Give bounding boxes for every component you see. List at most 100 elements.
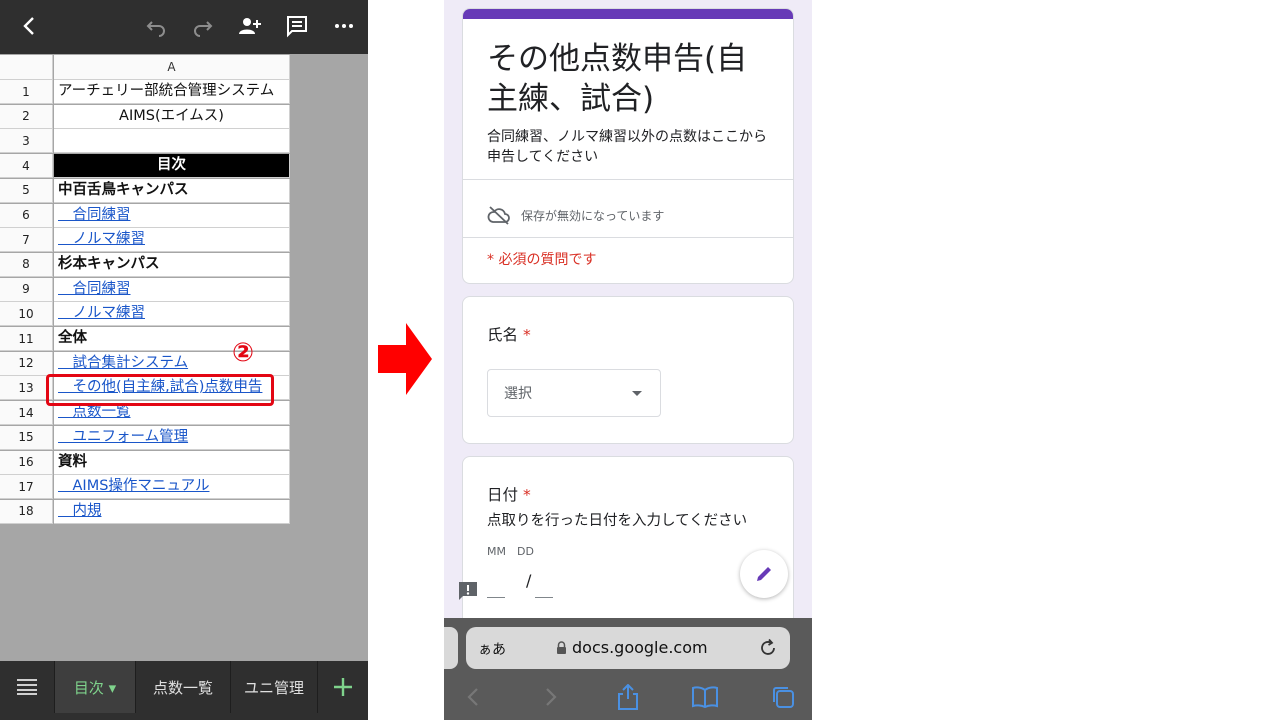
row-number[interactable]: 15 — [0, 425, 53, 450]
month-input[interactable] — [487, 575, 505, 598]
sheet-row: 6 合同練習 — [0, 203, 290, 228]
browser-back-icon[interactable] — [458, 682, 488, 712]
sheet-cell[interactable]: AIMS(エイムス) — [54, 104, 290, 129]
sheet-cell[interactable]: 杉本キャンパス — [54, 252, 290, 277]
highlight-box — [46, 374, 274, 406]
lock-icon — [557, 641, 566, 654]
page-settings-button[interactable]: ぁあ — [478, 639, 506, 659]
date-separator: / — [526, 571, 532, 590]
required-star: * — [522, 486, 531, 504]
sheet-cell[interactable]: 中百舌鳥キャンパス — [54, 178, 290, 203]
grid-corner[interactable] — [0, 55, 53, 80]
sheet-link-cell[interactable]: ノルマ練習 — [54, 228, 290, 253]
row-number[interactable]: 18 — [0, 499, 53, 524]
undo-icon[interactable] — [138, 8, 174, 44]
sheet-row: 18 内規 — [0, 499, 290, 524]
sheet-row: 10 ノルマ練習 — [0, 302, 290, 327]
spreadsheet-screen: A 1 アーチェリー部統合管理システム 2 AIMS(エイムス) 3 4 目次 5 中百舌鳥キャ… — [0, 0, 368, 720]
url-text: docs.google.com — [572, 638, 708, 657]
row-number[interactable]: 8 — [0, 252, 53, 277]
sheet-link-cell[interactable]: 試合集計システム — [54, 351, 290, 376]
sheet-link-cell[interactable]: ノルマ練習 — [54, 302, 290, 327]
more-icon[interactable] — [326, 8, 362, 44]
question-date-text: 日付 — [487, 486, 519, 504]
question-date-description: 点取りを行った日付を入力してください — [487, 513, 748, 529]
previous-tab-edge[interactable] — [444, 627, 458, 669]
sheet-row: 17 AIMS操作マニュアル — [0, 475, 290, 500]
form-title: その他点数申告(自主練、試合) — [487, 41, 748, 117]
sheet-link-cell[interactable]: 合同練習 — [54, 277, 290, 302]
sheet-row: 16 資料 — [0, 450, 290, 475]
edit-pencil-button[interactable] — [740, 550, 788, 598]
question-name-card: 氏名 * 選択 — [462, 296, 794, 444]
name-select[interactable]: 選択 — [487, 369, 661, 417]
sheet-link-cell[interactable]: ユニフォーム管理 — [54, 425, 290, 450]
row-number[interactable]: 10 — [0, 302, 53, 327]
row-number[interactable]: 17 — [0, 475, 53, 500]
question-name-label: 氏名 * — [487, 323, 531, 345]
right-arrow-icon — [378, 323, 432, 395]
add-sheet-icon[interactable] — [318, 661, 368, 713]
sheet-row: 5 中百舌鳥キャンパス — [0, 178, 290, 203]
sheet-link-cell[interactable]: AIMS操作マニュアル — [54, 475, 290, 500]
cloud-off-icon — [487, 206, 510, 225]
required-star: * — [522, 326, 531, 344]
share-icon[interactable] — [613, 682, 643, 712]
dropdown-caret-icon — [632, 391, 642, 396]
row-number[interactable]: 16 — [0, 450, 53, 475]
spreadsheet-toolbar — [0, 0, 368, 54]
sheet-list-icon[interactable] — [0, 661, 55, 713]
sheet-tab-scores[interactable]: 点数一覧 — [136, 661, 231, 713]
row-number[interactable]: 3 — [0, 129, 53, 154]
comment-icon[interactable] — [279, 8, 315, 44]
day-input[interactable] — [535, 575, 553, 598]
question-name-text: 氏名 — [487, 326, 519, 344]
safari-bottom-bar: ぁあ docs.google.com — [444, 618, 812, 720]
sheet-cell[interactable]: 目次 — [54, 154, 290, 179]
redo-icon[interactable] — [185, 8, 221, 44]
sheet-link-cell[interactable]: 内規 — [54, 499, 290, 524]
name-select-placeholder: 選択 — [504, 386, 532, 402]
sheet-tab-bar: 目次 ▾ 点数一覧 ユニ管理 — [0, 661, 368, 720]
back-icon[interactable] — [12, 8, 48, 44]
form-screen: その他点数申告(自主練、試合) 合同練習、ノルマ練習以外の点数はここから申告して… — [444, 0, 812, 720]
sheet-cell[interactable]: アーチェリー部統合管理システム — [54, 80, 290, 104]
row-number[interactable]: 5 — [0, 178, 53, 203]
column-header-a[interactable]: A — [54, 55, 290, 80]
reload-icon[interactable] — [758, 638, 778, 658]
row-number[interactable]: 12 — [0, 351, 53, 376]
month-label: MM — [487, 545, 506, 558]
sheet-tab-mokuji[interactable]: 目次 ▾ — [55, 661, 136, 713]
row-number[interactable]: 1 — [0, 80, 53, 104]
form-header-card: その他点数申告(自主練、試合) 合同練習、ノルマ練習以外の点数はここから申告して… — [462, 8, 794, 284]
row-number[interactable]: 2 — [0, 104, 53, 129]
sheet-row: 1 アーチェリー部統合管理システム — [0, 80, 290, 104]
row-number[interactable]: 4 — [0, 154, 53, 179]
question-date-label: 日付 * — [487, 483, 531, 505]
sheet-cell[interactable]: 全体 — [54, 327, 290, 351]
required-note: * 必須の質問です — [487, 252, 597, 268]
save-status: 保存が無効になっています — [487, 205, 664, 225]
save-status-text: 保存が無効になっています — [521, 208, 665, 223]
accent-bar — [463, 9, 793, 19]
sheet-row: 9 合同練習 — [0, 277, 290, 302]
bookmarks-icon[interactable] — [690, 682, 720, 712]
row-number[interactable]: 9 — [0, 277, 53, 302]
row-number[interactable]: 6 — [0, 203, 53, 228]
add-person-icon[interactable] — [232, 8, 268, 44]
divider — [463, 237, 793, 238]
sheet-tab-uniform[interactable]: ユニ管理 — [231, 661, 318, 713]
tabs-icon[interactable] — [768, 682, 798, 712]
row-number[interactable]: 14 — [0, 401, 53, 426]
feedback-icon[interactable] — [457, 580, 479, 602]
browser-forward-icon[interactable] — [536, 682, 566, 712]
sheet-cell[interactable] — [54, 129, 290, 154]
step-marker: ② — [232, 338, 255, 368]
address-bar[interactable]: ぁあ docs.google.com — [466, 627, 790, 669]
row-number[interactable]: 7 — [0, 228, 53, 253]
row-number[interactable]: 11 — [0, 327, 53, 351]
sheet-row: 8 杉本キャンパス — [0, 252, 290, 277]
sheet-row: 3 — [0, 129, 290, 154]
sheet-link-cell[interactable]: 合同練習 — [54, 203, 290, 228]
sheet-cell[interactable]: 資料 — [54, 450, 290, 475]
